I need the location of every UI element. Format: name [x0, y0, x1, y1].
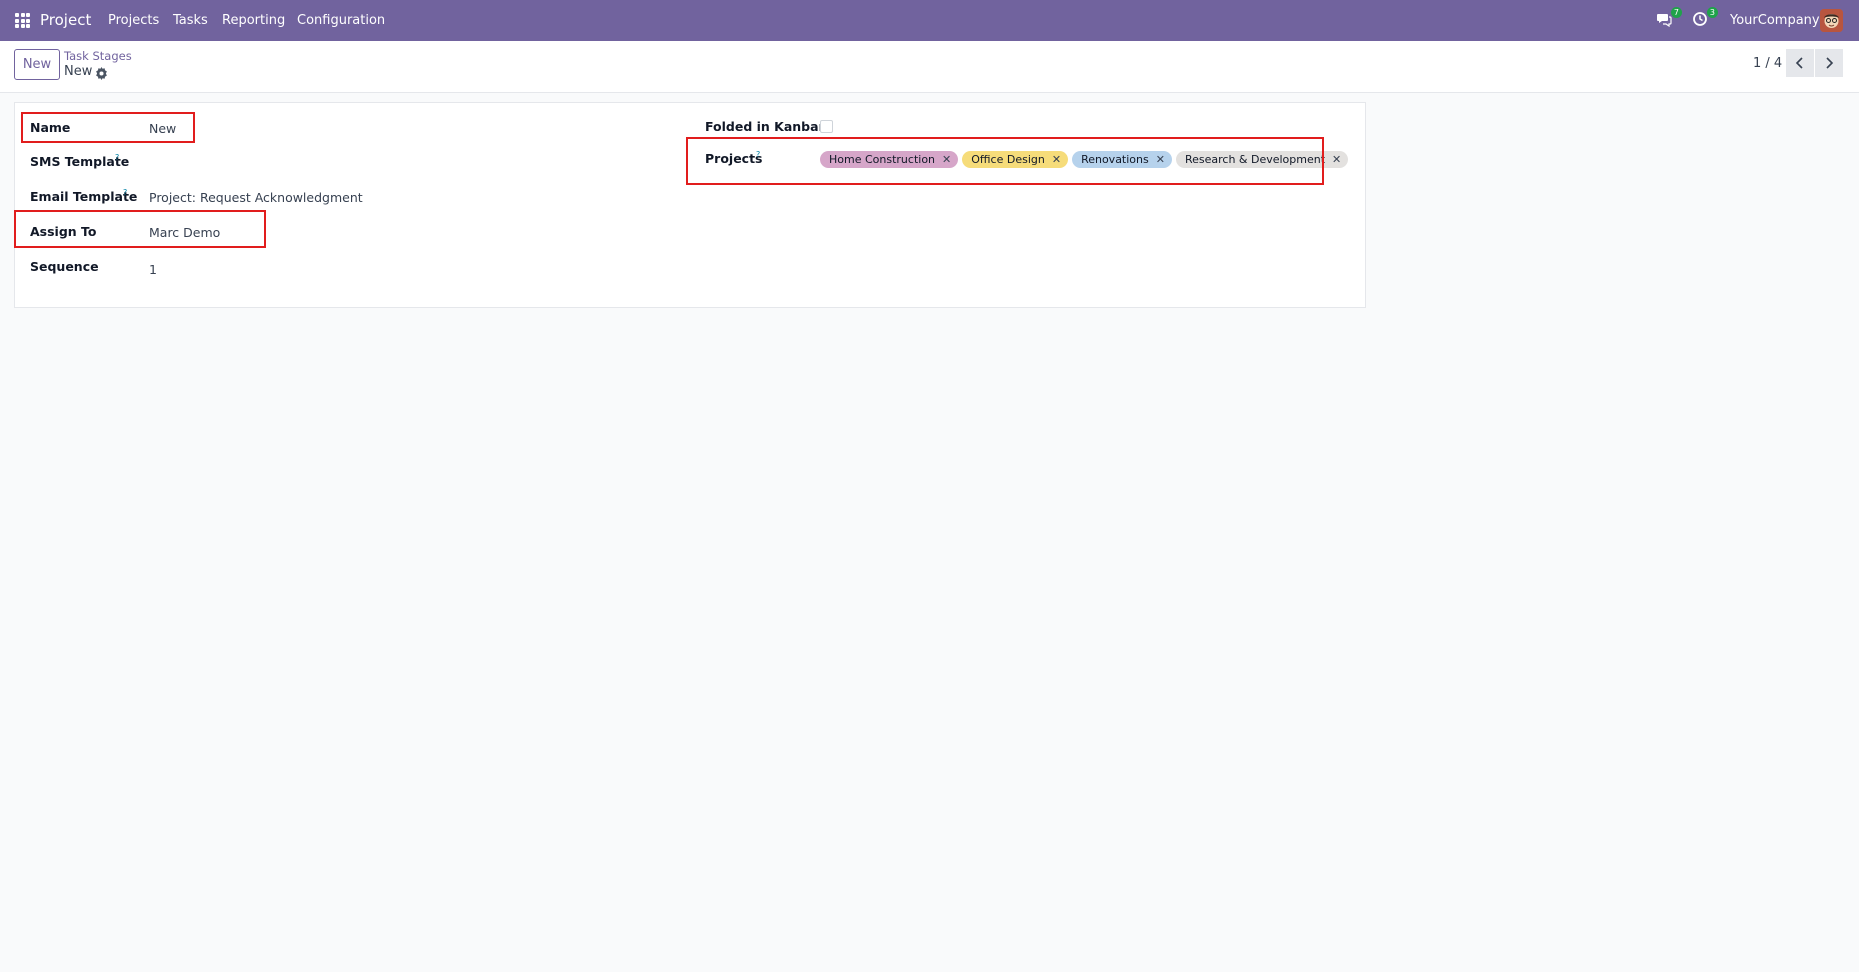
pager-next-button[interactable] [1815, 49, 1843, 77]
projects-highlight-box [686, 137, 1324, 185]
breadcrumb-task-stages[interactable]: Task Stages [64, 49, 132, 63]
top-navbar: Project Projects Tasks Reporting Configu… [0, 0, 1859, 41]
name-highlight-box [21, 112, 195, 143]
breadcrumb-current: New [64, 64, 93, 79]
email-template-field[interactable]: Project: Request Acknowledgment [149, 190, 363, 205]
chat-icon [1657, 14, 1672, 28]
messages-badge: 7 [1670, 7, 1682, 18]
sequence-label: Sequence [30, 259, 99, 274]
app-grid-icon[interactable] [15, 13, 30, 28]
form-sheet [14, 102, 1366, 308]
menu-tasks[interactable]: Tasks [173, 13, 208, 28]
folded-in-kanban-label: Folded in Kanban [705, 119, 828, 134]
user-avatar[interactable] [1820, 9, 1843, 32]
menu-configuration[interactable]: Configuration [297, 13, 385, 28]
gear-icon[interactable] [95, 65, 108, 80]
remove-tag-icon[interactable]: ✕ [1332, 153, 1341, 166]
folded-in-kanban-checkbox[interactable] [820, 120, 833, 133]
clock-icon [1693, 12, 1707, 26]
messages-button[interactable]: 7 [1656, 7, 1682, 29]
sms-template-help[interactable]: ? [115, 153, 119, 162]
new-button[interactable]: New [14, 49, 60, 80]
pager-previous-button[interactable] [1786, 49, 1814, 77]
email-template-label: Email Template [30, 189, 138, 204]
sequence-field[interactable]: 1 [149, 262, 157, 277]
activities-button[interactable]: 3 [1692, 7, 1718, 29]
pager-value[interactable]: 1 / 4 [1753, 56, 1782, 71]
chevron-right-icon [1826, 57, 1834, 69]
app-name[interactable]: Project [40, 11, 91, 29]
assign-to-highlight-box [14, 210, 266, 248]
control-panel: New Task Stages New 1 / 4 [0, 41, 1859, 93]
email-template-help[interactable]: ? [123, 188, 127, 197]
company-switcher[interactable]: YourCompany [1730, 13, 1820, 28]
chevron-left-icon [1795, 57, 1803, 69]
activities-badge: 3 [1706, 7, 1718, 18]
menu-projects[interactable]: Projects [108, 13, 159, 28]
menu-reporting[interactable]: Reporting [222, 13, 285, 28]
